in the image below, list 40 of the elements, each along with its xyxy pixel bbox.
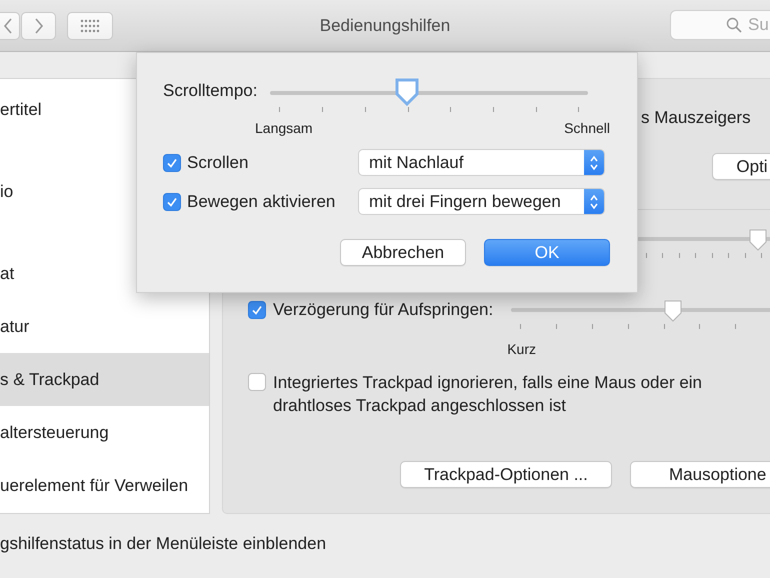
sidebar-item[interactable]: altersteuerung (0, 406, 209, 459)
slider-min-label: Langsam (255, 120, 313, 136)
slider-min-label: Kurz (507, 341, 537, 357)
checkbox[interactable] (248, 373, 266, 391)
search-icon (726, 17, 742, 33)
up-down-chevron-icon (589, 154, 599, 172)
window-title: Bedienungshilfen (318, 16, 452, 36)
slider-max-label: Schnell (564, 120, 610, 136)
slider-thumb[interactable] (393, 77, 422, 107)
grid-icon (80, 18, 100, 32)
option-label: Scrollen (187, 152, 250, 172)
option-label: Bewegen aktivieren (187, 192, 336, 212)
checkmark-icon (251, 304, 263, 316)
popup-menu[interactable]: mit drei Fingern bewegen (358, 188, 605, 215)
pointer-label: s Mauszeigers (641, 108, 751, 127)
sidebar-item[interactable]: s & Trackpad (0, 353, 209, 406)
chevron-right-icon (34, 18, 44, 34)
slider-thumb[interactable] (748, 228, 768, 252)
options-button[interactable]: Opti (712, 153, 770, 180)
search-field[interactable]: Su (748, 15, 770, 35)
up-down-chevron-icon (589, 192, 599, 210)
checkmark-icon (166, 156, 178, 168)
ignore-trackpad-label: Integriertes Trackpad ignorieren, falls eine Maus oder ein drahtloses Trackpad angeschlossen ist (273, 372, 704, 417)
checkbox[interactable] (163, 154, 181, 172)
menu-status-label: gshilfenstatus in der Menüleiste einblenden (0, 533, 326, 555)
options-button[interactable]: Trackpad-Optionen ... (400, 461, 612, 488)
checkbox[interactable] (163, 192, 181, 210)
popup-delay-label: Verzögerung für Aufspringen: (273, 299, 494, 321)
options-button[interactable]: Mausoptione (630, 461, 770, 488)
sidebar-item[interactable]: uerelement für Verweilen (0, 459, 209, 512)
sidebar-item[interactable]: atur (0, 300, 209, 353)
show-all-button[interactable] (67, 12, 113, 40)
checkmark-icon (166, 196, 178, 208)
checkbox[interactable] (248, 301, 266, 319)
slider-thumb[interactable] (663, 299, 684, 323)
cancel-button[interactable]: Abbrechen (340, 239, 466, 266)
scroll-speed-label: Scrolltempo: (163, 80, 258, 102)
forward-button[interactable] (21, 12, 56, 40)
popup-menu[interactable]: mit Nachlauf (358, 149, 605, 176)
chevron-left-icon (3, 18, 13, 34)
